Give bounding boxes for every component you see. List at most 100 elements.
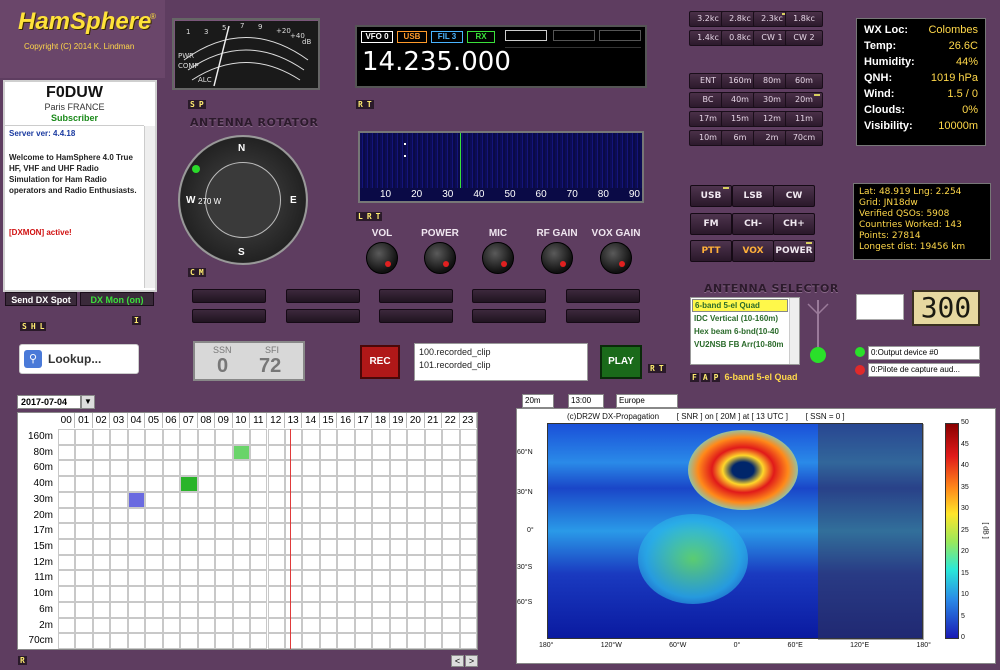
grid-cell[interactable]: [58, 476, 76, 492]
grid-cell[interactable]: [284, 476, 303, 492]
grid-cell[interactable]: [284, 539, 303, 555]
tag-r4[interactable]: R: [18, 656, 27, 665]
grid-cell[interactable]: [180, 523, 198, 539]
grid-cell[interactable]: [75, 460, 93, 477]
waterfall[interactable]: 10 20 30 40 50 60 70 80 90: [358, 131, 644, 203]
grid-cell[interactable]: [284, 460, 303, 477]
grid-cell[interactable]: [232, 523, 251, 539]
grid-cell[interactable]: [92, 586, 111, 602]
mode-indicator[interactable]: USB: [397, 31, 427, 43]
grid-cell[interactable]: [302, 444, 320, 461]
grid-cell[interactable]: [75, 429, 93, 445]
grid-cell[interactable]: [162, 429, 181, 445]
grid-cell[interactable]: [424, 507, 443, 524]
grid-cell[interactable]: [442, 633, 460, 649]
grid-cell[interactable]: [145, 476, 163, 492]
grid-cell[interactable]: [372, 429, 390, 445]
grid-cell[interactable]: [424, 617, 443, 634]
grid-cell[interactable]: [459, 476, 477, 492]
grid-cell[interactable]: [442, 554, 460, 571]
grid-cell[interactable]: [180, 633, 198, 649]
grid-cell[interactable]: [407, 444, 425, 461]
grid-cell[interactable]: [58, 507, 76, 524]
grid-cell[interactable]: [127, 460, 146, 477]
grid-cell[interactable]: [354, 554, 373, 571]
grid-cell[interactable]: [372, 491, 390, 508]
grid-cell[interactable]: [267, 633, 285, 649]
memory-slot[interactable]: [192, 289, 266, 303]
grid-cell[interactable]: [145, 570, 163, 587]
grid-cell[interactable]: [424, 554, 443, 571]
grid-cell[interactable]: [424, 460, 443, 477]
grid-cell[interactable]: [442, 617, 460, 634]
grid-cell[interactable]: [459, 539, 477, 555]
grid-cell[interactable]: [372, 586, 390, 602]
grid-cell[interactable]: [284, 633, 303, 649]
memory-slot[interactable]: [472, 289, 546, 303]
grid-cell[interactable]: [284, 507, 303, 524]
usb-button[interactable]: USB: [690, 185, 732, 207]
lookup-button[interactable]: ⚲ Lookup...: [19, 344, 139, 374]
fm-button[interactable]: FM: [690, 213, 732, 235]
grid-cell[interactable]: [110, 601, 128, 618]
filter-indicator[interactable]: FIL 3: [431, 31, 463, 43]
grid-cell[interactable]: [250, 617, 268, 634]
grid-cell[interactable]: [162, 570, 181, 587]
grid-cell[interactable]: [459, 633, 477, 649]
grid-cell[interactable]: [250, 570, 268, 587]
grid-cell[interactable]: [284, 586, 303, 602]
grid-cell[interactable]: [389, 507, 408, 524]
grid-cell[interactable]: [75, 491, 93, 508]
grid-cell[interactable]: [145, 429, 163, 445]
grid-cell[interactable]: [232, 554, 251, 571]
tag-t2[interactable]: T: [373, 212, 383, 221]
grid-cell[interactable]: [92, 507, 111, 524]
band-hour-grid[interactable]: 00 01 02 03 04 05 06 07 08 09 10 11 12 13 14 15 16 17 18 19…: [17, 412, 478, 650]
memory-slot[interactable]: [286, 289, 360, 303]
grid-cell[interactable]: [389, 633, 408, 649]
grid-cell[interactable]: [442, 476, 460, 492]
grid-cell[interactable]: [354, 570, 373, 587]
grid-cell[interactable]: [58, 586, 76, 602]
grid-cell[interactable]: [162, 633, 181, 649]
grid-cell[interactable]: [267, 476, 285, 492]
grid-cell[interactable]: [389, 476, 408, 492]
grid-cell[interactable]: [302, 617, 320, 634]
grid-cell[interactable]: [337, 617, 355, 634]
memory-slot[interactable]: [286, 309, 360, 323]
grid-cell[interactable]: [337, 633, 355, 649]
grid-cell[interactable]: [302, 601, 320, 618]
grid-cell[interactable]: [424, 444, 443, 461]
tag-i[interactable]: I: [132, 316, 141, 325]
grid-cell[interactable]: [389, 429, 408, 445]
grid-cell[interactable]: [459, 523, 477, 539]
grid-cell[interactable]: [127, 586, 146, 602]
grid-cell[interactable]: [127, 601, 146, 618]
grid-cell[interactable]: [145, 523, 163, 539]
frequency-display[interactable]: 14.235.000: [362, 47, 511, 77]
grid-cell[interactable]: [58, 444, 76, 461]
grid-cell[interactable]: [110, 507, 128, 524]
grid-cell[interactable]: [319, 460, 338, 477]
grid-cell[interactable]: [110, 539, 128, 555]
grid-cell[interactable]: [337, 460, 355, 477]
antenna-option[interactable]: Hex beam 6-bnd(10-40: [694, 327, 788, 336]
power-button[interactable]: POWER: [773, 240, 815, 262]
grid-cell[interactable]: [267, 601, 285, 618]
grid-cell[interactable]: [110, 617, 128, 634]
grid-cell[interactable]: [354, 617, 373, 634]
grid-cell[interactable]: [319, 539, 338, 555]
grid-cell[interactable]: [442, 601, 460, 618]
tag-s[interactable]: S: [20, 322, 29, 331]
grid-cell[interactable]: [58, 601, 76, 618]
grid-cell[interactable]: [459, 429, 477, 445]
grid-cell[interactable]: [180, 554, 198, 571]
grid-cell[interactable]: [92, 554, 111, 571]
grid-cell[interactable]: [302, 491, 320, 508]
grid-cell[interactable]: [127, 633, 146, 649]
grid-cell[interactable]: [407, 507, 425, 524]
grid-cell[interactable]: [372, 539, 390, 555]
band-70cm-button[interactable]: 70cm: [785, 130, 823, 146]
grid-cell[interactable]: [337, 523, 355, 539]
grid-cell[interactable]: [145, 491, 163, 508]
